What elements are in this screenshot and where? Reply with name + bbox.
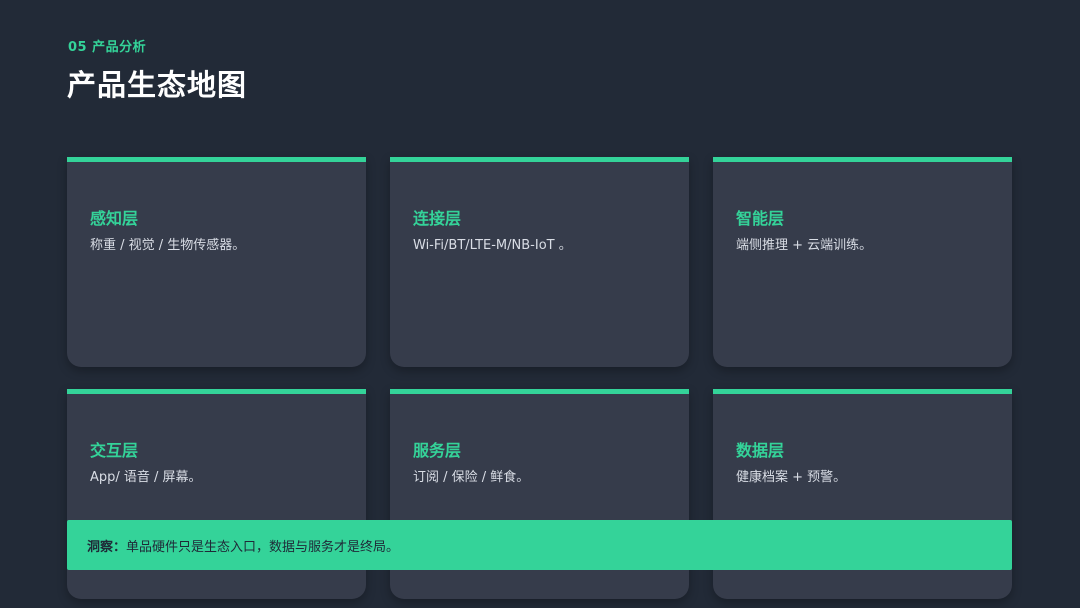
insight-banner: 洞察： 单品硬件只是生态入口，数据与服务才是终局。: [67, 520, 1012, 570]
insight-label: 洞察：: [87, 539, 127, 555]
card-description: App/ 语音 / 屏幕。: [90, 470, 202, 485]
card-description: 称重 / 视觉 / 生物传感器。: [90, 238, 246, 253]
card-title: 连接层: [413, 209, 462, 228]
section-label: 05 产品分析: [68, 40, 147, 55]
card-perception-layer: 感知层 称重 / 视觉 / 生物传感器。: [67, 157, 366, 367]
card-title: 数据层: [736, 441, 785, 460]
insight-text: 单品硬件只是生态入口，数据与服务才是终局。: [126, 539, 400, 555]
card-description: 端侧推理 + 云端训练。: [736, 238, 873, 253]
card-description: Wi-Fi/BT/LTE-M/NB-IoT 。: [413, 238, 572, 253]
card-description: 健康档案 + 预警。: [736, 470, 847, 485]
card-title: 交互层: [90, 441, 139, 460]
page-title: 产品生态地图: [67, 68, 248, 102]
card-title: 感知层: [90, 209, 139, 228]
card-title: 智能层: [736, 209, 785, 228]
card-intelligence-layer: 智能层 端侧推理 + 云端训练。: [713, 157, 1012, 367]
card-connectivity-layer: 连接层 Wi-Fi/BT/LTE-M/NB-IoT 。: [390, 157, 689, 367]
card-description: 订阅 / 保险 / 鲜食。: [413, 470, 530, 485]
card-title: 服务层: [413, 441, 462, 460]
